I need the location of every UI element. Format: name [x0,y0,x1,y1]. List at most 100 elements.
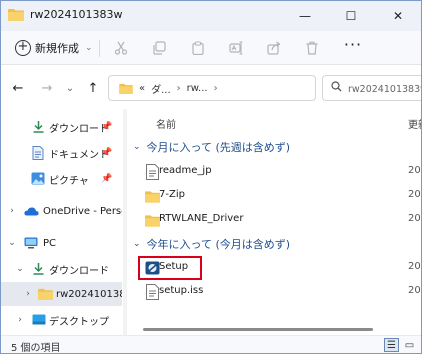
file-date: 2024 [408,261,421,272]
close-icon: ✕ [392,9,404,23]
window-title: rw2024101383w [30,8,123,21]
text-file-icon [146,164,159,180]
nav-item-downloads[interactable]: ダウンロード 📌 [1,115,122,139]
breadcrumb-item[interactable]: rw... [187,83,208,94]
folder-icon [145,215,160,227]
file-name: setup.iss [159,285,204,296]
column-header-name[interactable]: 名前 [156,116,176,131]
folder-icon [119,83,133,94]
arrow-up-icon: ↑ [87,80,99,96]
nav-item-pc[interactable]: ⌄ PC [1,231,122,255]
breadcrumb-separator[interactable]: › [214,83,218,94]
paste-icon[interactable] [188,38,208,58]
rename-icon[interactable] [226,38,246,58]
nav-item-label: PC [43,237,57,249]
file-name: readme_jp [159,165,212,176]
nav-item-label: ダウンロード [49,123,109,135]
group-header-this-month[interactable]: ⌄ 今月に入って (先週は含めず) [133,138,290,156]
horizontal-scrollbar[interactable] [143,328,373,331]
copy-icon[interactable] [149,38,169,58]
file-name: 7-Zip [159,189,185,200]
text-file-icon [146,284,159,300]
minimize-button[interactable]: — [282,1,328,31]
file-date: 2024 [408,189,421,200]
file-row[interactable]: readme_jp 2024 [128,160,421,184]
file-row[interactable]: RTWLANE_Driver 2024 [128,208,421,232]
chevron-right-icon[interactable]: › [7,206,17,216]
toolbar-divider [99,40,100,57]
up-button[interactable]: ↑ [82,77,104,99]
details-view-icon: ☰ [387,339,396,351]
search-input[interactable]: rw2024101383wの... [322,75,421,101]
nav-item-label: ダウンロード [49,265,109,277]
nav-item-label: OneDrive - Perso [43,205,122,217]
recent-locations-button[interactable]: ⌄ [59,77,81,99]
delete-icon[interactable] [302,38,322,58]
file-list: 名前 更新 ⌄ 今月に入って (先週は含めず) readme_jp 2024 7… [128,109,421,335]
maximize-button[interactable]: ☐ [328,1,374,31]
pin-icon: 📌 [101,122,113,132]
download-icon [33,263,44,275]
maximize-icon: ☐ [345,9,357,23]
file-explorer-window: rw2024101383w — ☐ ✕ + 新規作成 ⌄ ··· ← → ⌄ ↑… [0,0,422,354]
pane-splitter[interactable] [123,109,127,335]
tiles-view-icon: ▭ [404,339,415,351]
document-icon [32,146,44,160]
chevron-down-icon[interactable]: ⌄ [7,238,17,248]
chevron-down-icon: ⌄ [133,142,141,152]
more-options-button[interactable]: ··· [342,37,364,58]
forward-button[interactable]: → [36,77,58,99]
chevron-down-icon: ⌄ [133,239,141,249]
group-label: 今年に入って (今月は含めず) [146,238,291,251]
address-bar[interactable]: « ダ... › rw... › [108,75,316,101]
nav-item-label: ドキュメント [49,149,109,161]
file-date: 2024 [408,165,421,176]
group-header-this-year[interactable]: ⌄ 今年に入って (今月は含めず) [133,235,290,253]
desktop-icon [32,314,46,325]
file-date: 2024 [408,285,421,296]
minimize-icon: — [299,9,311,23]
file-row[interactable]: 7-Zip 2024 [128,184,421,208]
file-name: RTWLANE_Driver [159,213,244,224]
group-label: 今月に入って (先週は含めず) [146,141,291,154]
command-bar: + 新規作成 ⌄ ··· [1,31,421,65]
title-bar: rw2024101383w — ☐ ✕ [1,1,421,31]
status-bar: 5 個の項目 ☰ ▭ [1,335,421,354]
file-row[interactable]: setup.iss 2024 [128,280,421,304]
folder-icon [8,9,24,21]
item-count: 5 個の項目 [11,343,61,354]
tiles-view-button[interactable]: ▭ [402,338,417,352]
pictures-icon [31,172,45,185]
nav-item-label: rw2024101383 [56,288,122,300]
nav-item-desktop[interactable]: › デスクトップ [1,308,122,332]
file-date: 2024 [408,213,421,224]
share-icon[interactable] [264,38,284,58]
chevron-right-icon[interactable]: › [23,289,33,299]
back-button[interactable]: ← [7,77,29,99]
folder-icon [145,191,160,203]
chevron-down-icon: ⌄ [85,43,93,53]
nav-item-documents[interactable]: ドキュメント 📌 [1,141,122,165]
nav-item-onedrive[interactable]: › OneDrive - Perso [1,199,122,223]
navigation-pane: ダウンロード 📌 ドキュメント 📌 ピクチャ 📌 › OneDrive - Pe… [1,109,122,335]
nav-item-pc-downloads[interactable]: ⌄ ダウンロード [1,257,122,281]
cut-icon[interactable] [111,38,131,58]
nav-item-rw-folder[interactable]: › rw2024101383 [1,282,122,306]
chevron-down-icon[interactable]: ⌄ [15,264,25,274]
search-icon [331,81,342,95]
column-header-modified[interactable]: 更新 [408,116,421,131]
new-button[interactable]: + 新規作成 ⌄ [9,36,99,60]
close-button[interactable]: ✕ [375,1,421,31]
breadcrumb-separator[interactable]: › [177,83,181,94]
details-view-button[interactable]: ☰ [384,338,399,352]
chevron-right-icon[interactable]: › [15,315,25,325]
plus-circle-icon: + [15,40,31,56]
folder-icon [38,288,53,300]
download-icon [33,121,44,133]
nav-item-pictures[interactable]: ピクチャ 📌 [1,167,122,191]
chevron-down-icon: ⌄ [65,82,75,94]
breadcrumb-item[interactable]: ダ... [151,81,171,96]
arrow-right-icon: → [41,80,53,96]
breadcrumb-overflow[interactable]: « [139,83,145,94]
highlight-box [138,256,202,280]
